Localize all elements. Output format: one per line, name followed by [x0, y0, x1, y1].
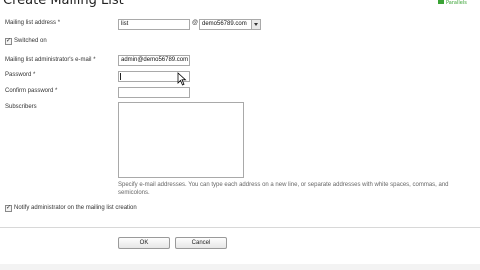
logo-text: Parallels [446, 0, 467, 6]
subscribers-hint-line-1: Specify e-mail addresses. You can type e… [118, 182, 449, 188]
notify-admin-checkbox[interactable]: ✓ [5, 205, 12, 212]
password-label-text: Password [5, 72, 32, 78]
mailing-list-address-input[interactable]: list [118, 19, 190, 30]
separator [0, 227, 480, 228]
required-mark: * [33, 72, 36, 78]
admin-email-label-text: Mailing list administrator's e-mail [5, 57, 92, 63]
subscribers-hint-line-2: semicolons. [118, 190, 150, 196]
confirm-password-label: Confirm password * [5, 88, 57, 94]
at-sign: @ [192, 20, 199, 26]
confirm-password-label-text: Confirm password [5, 88, 54, 94]
cancel-button[interactable]: Cancel [175, 237, 227, 249]
switched-on-label: Switched on [14, 38, 47, 44]
domain-select-value: demo56789.com [202, 21, 247, 27]
password-label: Password * [5, 72, 35, 78]
domain-select[interactable]: demo56789.com [199, 19, 261, 30]
confirm-password-input[interactable] [118, 87, 190, 98]
notify-admin-label: Notify administrator on the mailing list… [14, 205, 137, 211]
admin-email-input[interactable]: admin@demo56789.com [118, 55, 190, 66]
switched-on-checkbox[interactable]: ✓ [5, 38, 12, 45]
admin-email-label: Mailing list administrator's e-mail * [5, 57, 96, 63]
mailing-list-address-label: Mailing list address * [5, 20, 60, 26]
ok-button[interactable]: OK [118, 237, 170, 249]
required-mark: * [57, 20, 61, 26]
subscribers-hint: Specify e-mail addresses. You can type e… [118, 181, 468, 197]
status-bar [0, 264, 480, 270]
page-title: Create Mailing List [3, 0, 124, 8]
mailing-list-address-label-text: Mailing list address [5, 20, 57, 26]
required-mark: * [55, 88, 58, 94]
parallels-logo-icon: Parallels [438, 0, 467, 6]
mouse-cursor-icon [177, 72, 187, 86]
subscribers-label: Subscribers [5, 104, 37, 110]
chevron-down-icon[interactable] [251, 20, 260, 29]
text-caret [120, 73, 121, 80]
required-mark: * [93, 57, 96, 63]
subscribers-textarea[interactable] [118, 102, 244, 178]
